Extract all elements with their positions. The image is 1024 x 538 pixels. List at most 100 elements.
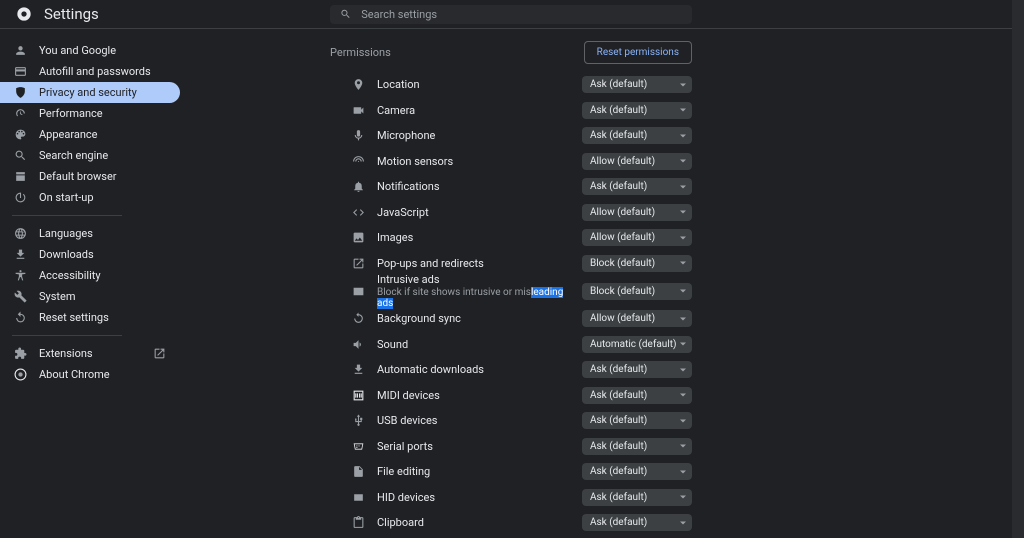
search-input[interactable] [361,8,682,21]
external-link-icon [153,347,166,360]
permission-dropdown[interactable]: Automatic (default) [582,336,692,353]
permission-dropdown[interactable]: Ask (default) [582,102,692,119]
permission-dropdown[interactable]: Ask (default) [582,76,692,93]
permission-row-sound: Sound Automatic (default) [330,332,692,358]
permission-dropdown[interactable]: Ask (default) [582,361,692,378]
permission-dropdown[interactable]: Allow (default) [582,153,692,170]
ads-icon [352,285,365,298]
permission-label: Automatic downloads [377,363,570,376]
sidebar-item-label: Default browser [39,170,117,183]
permission-label: File editing [377,465,570,478]
permission-dropdown[interactable]: Allow (default) [582,229,692,246]
sidebar-item-extensions[interactable]: Extensions [0,343,180,364]
sidebar-item-about-chrome[interactable]: About Chrome [0,364,180,385]
permission-label: Motion sensors [377,155,570,168]
chevron-down-icon [680,289,686,293]
reset-icon [14,311,27,324]
dropdown-value: Allow (default) [590,313,655,324]
serial-icon [352,440,365,453]
chevron-down-icon [680,342,686,346]
sidebar-item-performance[interactable]: Performance [0,103,180,124]
sidebar-item-label: Reset settings [39,311,109,324]
motion-icon [352,155,365,168]
default-browser-icon [14,170,27,183]
permission-dropdown[interactable]: Block (default) [582,255,692,272]
chevron-down-icon [680,261,686,265]
dropdown-value: Ask (default) [590,181,647,192]
chevron-down-icon [680,159,686,163]
dropdown-value: Ask (default) [590,130,647,141]
permission-dropdown[interactable]: Allow (default) [582,310,692,327]
permission-row-motion-sensors: Motion sensors Allow (default) [330,149,692,175]
clipboard-icon [352,516,365,529]
permission-dropdown[interactable]: Ask (default) [582,387,692,404]
image-icon [352,231,365,244]
permission-dropdown[interactable]: Ask (default) [582,489,692,506]
dropdown-value: Ask (default) [590,390,647,401]
popup-icon [352,257,365,270]
permission-label: USB devices [377,414,570,427]
permission-dropdown[interactable]: Ask (default) [582,412,692,429]
permission-row-javascript: JavaScript Allow (default) [330,200,692,226]
sidebar-item-label: Accessibility [39,269,101,282]
sidebar-separator [12,335,122,336]
midi-icon [352,389,365,402]
chevron-down-icon [680,393,686,397]
app-header: Settings [0,0,1024,29]
sidebar-item-system[interactable]: System [0,286,180,307]
sidebar-item-you-and-google[interactable]: You and Google [0,40,180,61]
sidebar-item-label: Privacy and security [39,86,137,99]
permission-dropdown[interactable]: Block (default) [582,283,692,300]
reset-permissions-button[interactable]: Reset permissions [584,41,692,64]
permission-label: Location [377,78,570,91]
sync-icon [352,312,365,325]
permission-dropdown[interactable]: Ask (default) [582,438,692,455]
permission-dropdown[interactable]: Ask (default) [582,463,692,480]
languages-icon [14,227,27,240]
permission-dropdown[interactable]: Allow (default) [582,204,692,221]
permission-label: Serial ports [377,440,570,453]
chevron-down-icon [680,185,686,189]
permission-dropdown[interactable]: Ask (default) [582,514,692,531]
chevron-down-icon [680,521,686,525]
about-icon [14,368,27,381]
mic-icon [352,129,365,142]
permission-label: JavaScript [377,206,570,219]
sidebar-item-label: Downloads [39,248,94,261]
chevron-down-icon [680,108,686,112]
performance-icon [14,107,27,120]
sidebar-item-on-start-up[interactable]: On start-up [0,187,180,208]
hid-icon [352,491,365,504]
sidebar-item-reset-settings[interactable]: Reset settings [0,307,180,328]
sidebar-item-default-browser[interactable]: Default browser [0,166,180,187]
permission-row-file-editing: File editing Ask (default) [330,459,692,485]
permission-label: Microphone [377,129,570,142]
permission-dropdown[interactable]: Ask (default) [582,127,692,144]
permissions-card: Permissions Reset permissions Location A… [330,41,692,538]
dropdown-value: Automatic (default) [590,339,676,350]
sidebar-item-appearance[interactable]: Appearance [0,124,180,145]
extensions-icon [14,347,27,360]
search-box[interactable] [330,5,692,24]
permission-label: Clipboard [377,516,570,529]
scrollbar-track[interactable] [1012,0,1024,538]
sidebar-item-accessibility[interactable]: Accessibility [0,265,180,286]
download-icon [352,363,365,376]
permission-row-location: Location Ask (default) [330,72,692,98]
sidebar-item-privacy-and-security[interactable]: Privacy and security [0,82,180,103]
settings-sidebar: You and GoogleAutofill and passwords Priv… [0,29,180,538]
dropdown-value: Block (default) [590,286,655,297]
chevron-down-icon [680,419,686,423]
permission-label: MIDI devices [377,389,570,402]
dropdown-value: Ask (default) [590,415,647,426]
sidebar-item-label: On start-up [39,191,94,204]
sidebar-item-languages[interactable]: Languages [0,223,180,244]
sidebar-item-label: System [39,290,76,303]
sidebar-item-search-engine[interactable]: Search engine [0,145,180,166]
chevron-down-icon [680,236,686,240]
permission-label: Camera [377,104,570,117]
sidebar-item-downloads[interactable]: Downloads [0,244,180,265]
sidebar-item-autofill-and-passwords[interactable]: Autofill and passwords [0,61,180,82]
dropdown-value: Ask (default) [590,364,647,375]
permission-dropdown[interactable]: Ask (default) [582,178,692,195]
